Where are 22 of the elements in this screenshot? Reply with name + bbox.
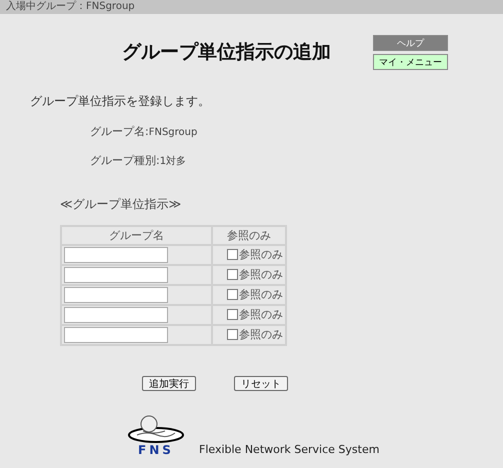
column-header: 参照のみ	[212, 226, 286, 245]
group-name-field[interactable]	[64, 267, 168, 283]
reset-button[interactable]: リセット	[234, 376, 288, 391]
description: グループ単位指示を登録します。	[30, 93, 211, 110]
info-label: グループ名:	[90, 125, 149, 138]
tagline: Flexible Network Service System	[199, 443, 380, 456]
info-label: グループ種別:	[90, 154, 160, 167]
submit-button[interactable]: 追加実行	[142, 376, 196, 391]
info-value: FNSgroup	[148, 127, 198, 138]
group-name-field[interactable]	[64, 307, 168, 323]
help-button[interactable]: ヘルプ	[373, 35, 448, 51]
globe-logo-icon	[127, 413, 185, 443]
group-name-field[interactable]	[64, 327, 168, 343]
info-value: 1対多	[160, 156, 186, 167]
section-title: ≪グループ単位指示≫	[60, 196, 182, 213]
logo-text: FNS	[138, 443, 174, 457]
group-name-field[interactable]	[64, 287, 168, 303]
menu-button[interactable]: マイ・メニュー	[373, 54, 448, 70]
status-text: 入場中グループ：FNSgroup	[6, 1, 135, 12]
column-header: グループ名	[61, 226, 212, 245]
group-name-field[interactable]	[64, 247, 168, 263]
page-title: グループ単位指示の追加	[122, 40, 332, 65]
